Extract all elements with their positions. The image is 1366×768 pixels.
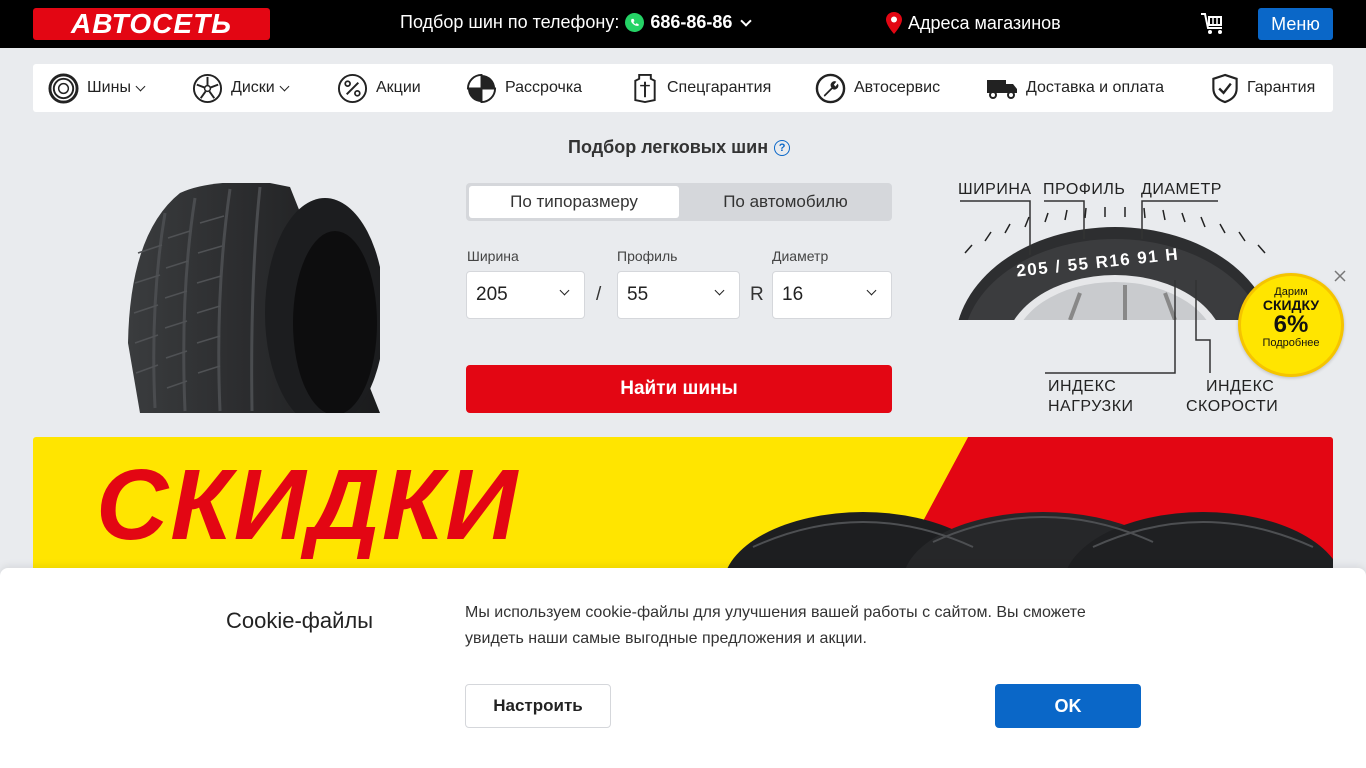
load-index-label-1: ИНДЕКС [1048, 378, 1117, 395]
close-icon[interactable] [1332, 268, 1348, 284]
location-pin-icon [886, 12, 902, 34]
logo-text: АВТОСЕТЬ [70, 8, 232, 39]
logo[interactable]: АВТОСЕТЬ [33, 8, 270, 40]
nav-item-wheels[interactable]: Диски [192, 64, 290, 112]
percent-icon [337, 73, 368, 103]
tire-icon [48, 72, 79, 104]
help-icon[interactable]: ? [774, 139, 791, 156]
width-value: 205 [476, 284, 508, 305]
chevron-down-icon [714, 285, 725, 296]
profile-value: 55 [627, 284, 649, 305]
find-tires-button[interactable]: Найти шины [466, 365, 892, 413]
phone-number[interactable]: 686-86-86 [650, 12, 732, 33]
stores-label: Адреса магазинов [908, 12, 1061, 33]
profile-label: Профиль [617, 248, 678, 264]
nav-item-label: Доставка и оплата [1026, 79, 1165, 96]
diameter-diagram-label: ДИАМЕТР [1141, 181, 1222, 198]
discount-badge[interactable]: Дарим СКИДКУ 6% Подробнее [1238, 273, 1344, 377]
profile-diagram-label: ПРОФИЛЬ [1043, 181, 1126, 198]
cookie-panel: Cookie-файлы Мы используем cookie-файлы … [0, 568, 1366, 768]
chevron-down-icon[interactable] [740, 14, 753, 27]
tire-image [120, 183, 380, 413]
diameter-select[interactable]: 16 [772, 271, 892, 319]
pie-chart-icon [466, 73, 497, 103]
selector-title: Подбор легковых шин ? [568, 137, 791, 158]
nav-item-label: Шины [87, 79, 131, 96]
nav-item-promotions[interactable]: Акции [337, 64, 421, 112]
width-label: Ширина [467, 248, 519, 264]
whatsapp-icon [625, 13, 645, 32]
chevron-down-icon [279, 81, 290, 91]
nav-item-installments[interactable]: Рассрочка [466, 64, 582, 112]
cookie-text: Мы используем cookie-файлы для улучшения… [465, 604, 1086, 647]
nav-item-label: Диски [231, 79, 275, 96]
main-nav: Шины Диски Акции Рассрочка Спецгарантия … [33, 64, 1333, 112]
speed-index-label-1: ИНДЕКС [1206, 378, 1275, 395]
nav-item-label: Спецгарантия [667, 79, 772, 96]
truck-icon [987, 80, 1017, 99]
menu-button[interactable]: Меню [1258, 8, 1333, 40]
configure-button[interactable]: Настроить [465, 684, 611, 728]
nav-item-special-warranty[interactable]: Спецгарантия [631, 64, 771, 112]
phone-label: Подбор шин по телефону: [400, 12, 620, 32]
nav-item-label: Акции [376, 79, 421, 96]
speed-index-label-2: СКОРОСТИ [1186, 398, 1279, 415]
nav-item-label: Рассрочка [505, 79, 583, 96]
slash-separator: / [596, 284, 602, 305]
stores-link[interactable]: Адреса магазинов [886, 12, 1061, 34]
profile-select[interactable]: 55 [617, 271, 740, 319]
nav-item-delivery[interactable]: Доставка и оплата [986, 64, 1164, 112]
r-separator: R [750, 284, 764, 305]
width-select[interactable]: 205 [466, 271, 585, 319]
ok-button[interactable]: OK [995, 684, 1141, 728]
nav-item-warranty[interactable]: Гарантия [1211, 64, 1315, 112]
promo-banner[interactable]: СКИДКИ [33, 437, 1333, 577]
nav-item-tires[interactable]: Шины [48, 64, 146, 112]
phone-selection[interactable]: Подбор шин по телефону: 686-86-86 [400, 12, 753, 33]
shield-check-icon [1212, 73, 1238, 103]
wrench-icon [815, 73, 846, 103]
chevron-down-icon [866, 285, 877, 296]
badge-percent: 6% [1273, 311, 1309, 338]
load-index-label-2: НАГРУЗКИ [1048, 398, 1134, 415]
top-bar: АВТОСЕТЬ Подбор шин по телефону: 686-86-… [0, 0, 1366, 48]
tire-size-diagram: ШИРИНА ПРОФИЛЬ ДИАМЕТР 205 / 55 R16 91 H… [950, 175, 1280, 425]
banner-text: СКИДКИ [96, 449, 520, 561]
tab-by-size[interactable]: По типоразмеру [469, 186, 679, 218]
wheel-rim-icon [192, 73, 223, 103]
diameter-label: Диаметр [772, 248, 829, 264]
chevron-down-icon [559, 285, 570, 296]
selector-tabs: По типоразмеру По автомобилю [466, 183, 892, 221]
selector-title-text: Подбор легковых шин [568, 137, 769, 157]
nav-item-service[interactable]: Автосервис [815, 64, 940, 112]
diameter-value: 16 [782, 284, 804, 305]
chevron-down-icon [135, 81, 146, 91]
nav-item-label: Гарантия [1247, 79, 1316, 96]
special-warranty-icon [634, 73, 656, 103]
badge-more-link[interactable]: Подробнее [1241, 337, 1341, 349]
cookie-title: Cookie-файлы [226, 608, 374, 633]
nav-item-label: Автосервис [854, 79, 941, 96]
cart-icon[interactable] [1200, 12, 1226, 36]
tab-by-car[interactable]: По автомобилю [682, 186, 889, 218]
width-diagram-label: ШИРИНА [958, 181, 1032, 198]
